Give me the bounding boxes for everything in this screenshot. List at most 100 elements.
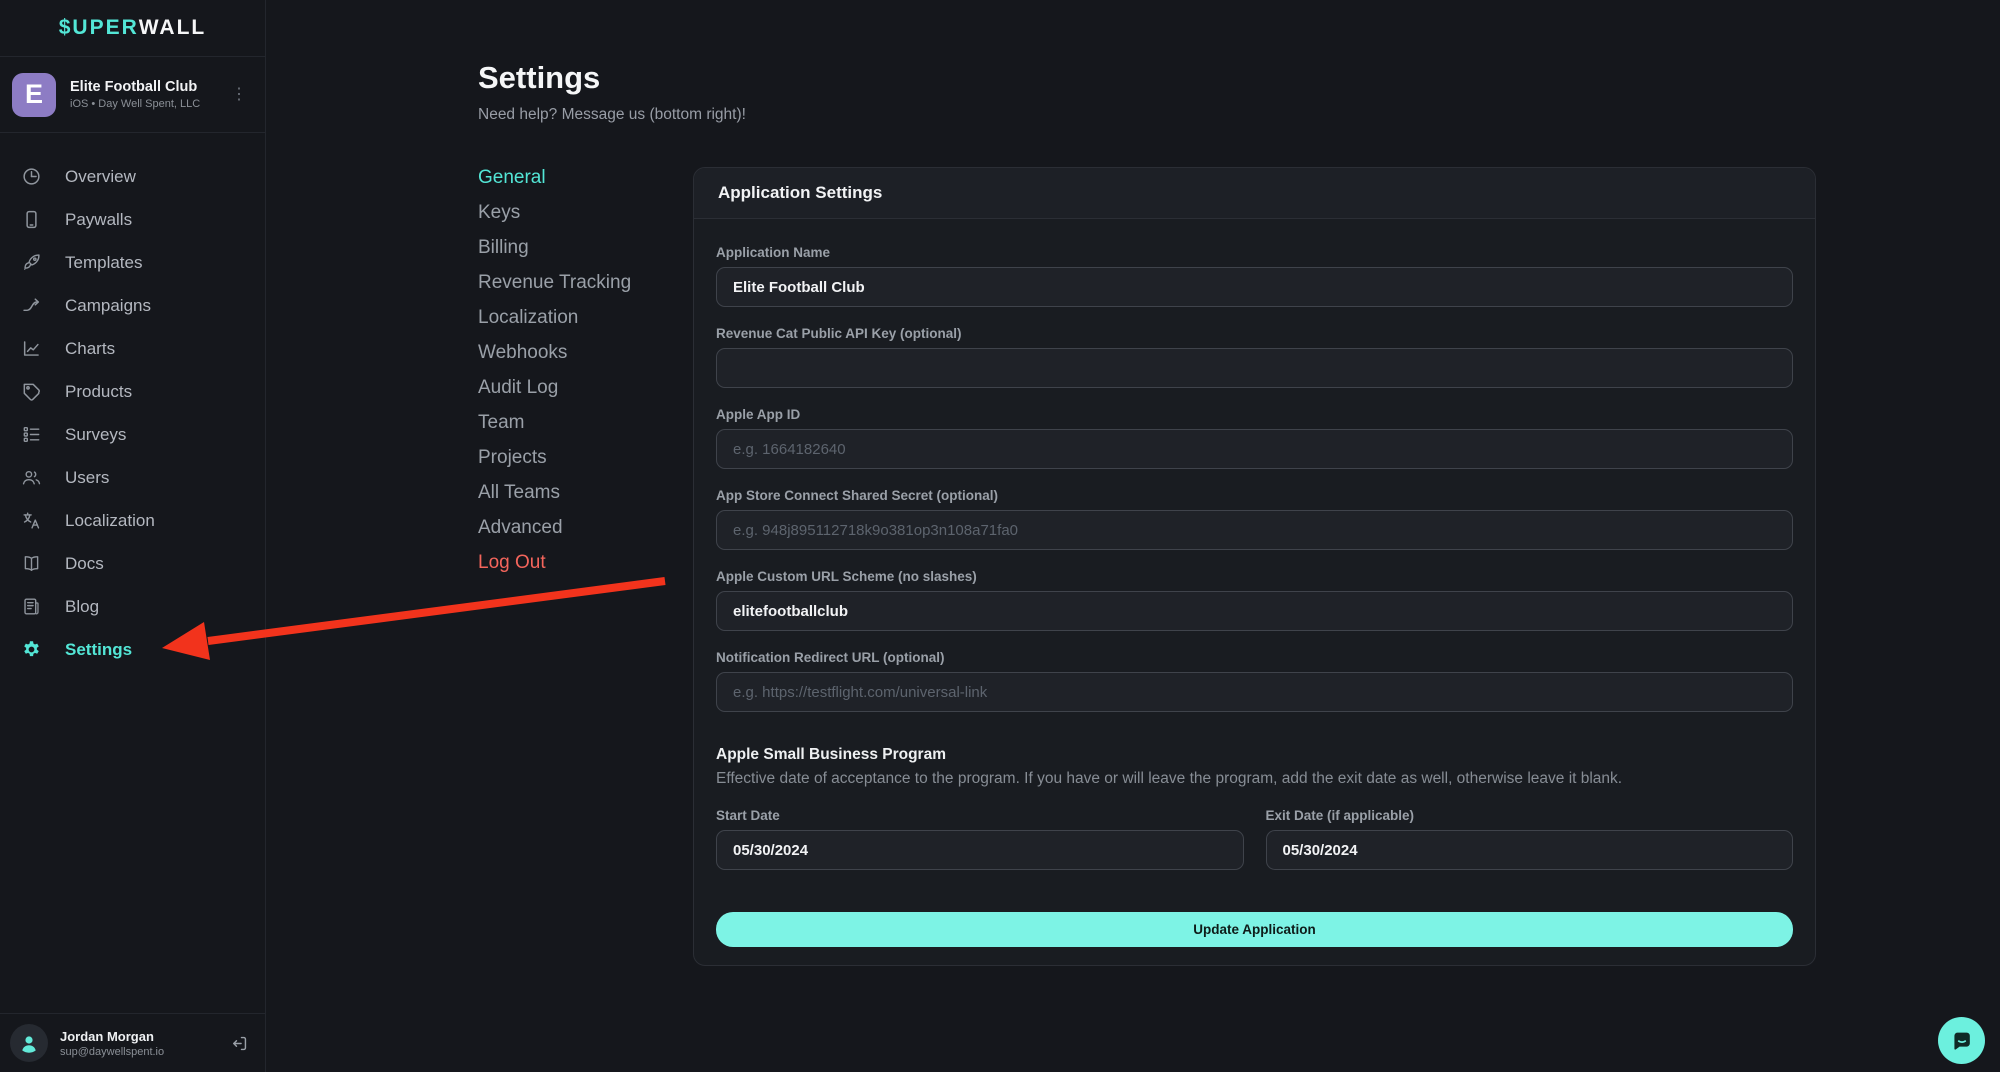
start-date-label: Start Date	[716, 808, 1244, 823]
superwall-settings-page: $UPERWALL E Elite Football Club iOS • Da…	[0, 0, 2000, 1072]
panel-body: Application Name Elite Football Club Reven…	[694, 219, 1815, 947]
sidebar-item-label: Templates	[65, 253, 142, 273]
sidebar-item-docs[interactable]: Docs	[0, 542, 265, 585]
input-placeholder: e.g. 948j895112718k9o381op3n108a71fa0	[733, 522, 1018, 539]
app-store-connect-shared-secret-optional-label: App Store Connect Shared Secret (optiona…	[716, 488, 1793, 503]
input-value: elitefootballclub	[733, 603, 848, 620]
sidebar: $UPERWALL E Elite Football Club iOS • Da…	[0, 0, 266, 1072]
overview-icon	[21, 166, 42, 187]
sidebar-item-products[interactable]: Products	[0, 370, 265, 413]
sidebar-item-label: Overview	[65, 167, 136, 187]
settings-menu-item-projects[interactable]: Projects	[478, 440, 631, 475]
small-business-section-description: Effective date of acceptance to the prog…	[716, 770, 1793, 788]
application-name-input[interactable]: Elite Football Club	[716, 267, 1793, 307]
superwall-logo: $UPERWALL	[0, 0, 265, 57]
sidebar-item-users[interactable]: Users	[0, 456, 265, 499]
sidebar-item-label: Products	[65, 382, 132, 402]
sidebar-item-paywalls[interactable]: Paywalls	[0, 198, 265, 241]
sidebar-item-campaigns[interactable]: Campaigns	[0, 284, 265, 327]
sidebar-item-label: Settings	[65, 640, 132, 660]
settings-menu-item-webhooks[interactable]: Webhooks	[478, 335, 631, 370]
app-platform-subtitle: iOS • Day Well Spent, LLC	[70, 98, 200, 110]
date-row: Start Date05/30/2024Exit Date (if applic…	[716, 808, 1793, 870]
input-placeholder: e.g. 1664182640	[733, 441, 846, 458]
settings-menu-item-all-teams[interactable]: All Teams	[478, 475, 631, 510]
exit-date-if-applicable-group: Exit Date (if applicable) 05/30/2024	[1266, 808, 1794, 870]
sidebar-item-label: Campaigns	[65, 296, 151, 316]
logout-icon[interactable]	[230, 1034, 249, 1053]
settings-menu-item-localization[interactable]: Localization	[478, 300, 631, 335]
application-settings-panel: Application Settings Application Name Eli…	[693, 167, 1816, 966]
exit-date-if-applicable-input[interactable]: 05/30/2024	[1266, 830, 1794, 870]
sidebar-item-label: Paywalls	[65, 210, 132, 230]
settings-menu-item-revenue-tracking[interactable]: Revenue Tracking	[478, 265, 631, 300]
exit-date-if-applicable-label: Exit Date (if applicable)	[1266, 808, 1794, 823]
blog-icon	[21, 596, 42, 617]
products-icon	[21, 381, 42, 402]
settings-menu-item-keys[interactable]: Keys	[478, 195, 631, 230]
page-subtitle: Need help? Message us (bottom right)!	[478, 106, 746, 124]
revenue-cat-public-api-key-optional-label: Revenue Cat Public API Key (optional)	[716, 326, 1793, 341]
paywalls-icon	[21, 209, 42, 230]
apple-app-id-input[interactable]: e.g. 1664182640	[716, 429, 1793, 469]
vertical-ellipsis-icon[interactable]: ⋮	[231, 87, 253, 103]
settings-icon	[21, 639, 42, 660]
revenue-cat-public-api-key-optional-input[interactable]	[716, 348, 1793, 388]
templates-icon	[21, 252, 42, 273]
apple-custom-url-scheme-no-slashes-input[interactable]: elitefootballclub	[716, 591, 1793, 631]
settings-menu-item-billing[interactable]: Billing	[478, 230, 631, 265]
notification-redirect-url-optional-input[interactable]: e.g. https://testflight.com/universal-li…	[716, 672, 1793, 712]
chat-launcher-button[interactable]	[1938, 1017, 1985, 1064]
sidebar-item-blog[interactable]: Blog	[0, 585, 265, 628]
sidebar-item-overview[interactable]: Overview	[0, 155, 265, 198]
sidebar-item-label: Localization	[65, 511, 155, 531]
app-selector[interactable]: E Elite Football Club iOS • Day Well Spe…	[0, 57, 265, 133]
apple-custom-url-scheme-no-slashes-label: Apple Custom URL Scheme (no slashes)	[716, 569, 1793, 584]
start-date-group: Start Date 05/30/2024	[716, 808, 1244, 870]
sidebar-item-charts[interactable]: Charts	[0, 327, 265, 370]
docs-icon	[21, 553, 42, 574]
logo-white-part: WALL	[139, 16, 206, 40]
logo-teal-part: $UPER	[59, 16, 139, 40]
sidebar-nav: Overview Paywalls Templates Campaigns Charts…	[0, 133, 265, 671]
input-value: 05/30/2024	[1283, 842, 1358, 859]
panel-title: Application Settings	[694, 168, 1815, 219]
settings-menu-item-log-out[interactable]: Log Out	[478, 545, 631, 580]
user-name: Jordan Morgan	[60, 1029, 164, 1044]
sidebar-item-settings[interactable]: Settings	[0, 628, 265, 671]
sidebar-item-label: Blog	[65, 597, 99, 617]
settings-menu-item-general[interactable]: General	[478, 160, 631, 195]
sidebar-item-templates[interactable]: Templates	[0, 241, 265, 284]
settings-menu: GeneralKeysBillingRevenue TrackingLocali…	[478, 160, 631, 580]
surveys-icon	[21, 424, 42, 445]
app-store-connect-shared-secret-optional-input[interactable]: e.g. 948j895112718k9o381op3n108a71fa0	[716, 510, 1793, 550]
charts-icon	[21, 338, 42, 359]
input-value: 05/30/2024	[733, 842, 808, 859]
app-avatar: E	[12, 73, 56, 117]
localization-icon	[21, 510, 42, 531]
sidebar-item-label: Charts	[65, 339, 115, 359]
sidebar-item-surveys[interactable]: Surveys	[0, 413, 265, 456]
page-title: Settings	[478, 60, 600, 96]
notification-redirect-url-optional-label: Notification Redirect URL (optional)	[716, 650, 1793, 665]
update-application-button[interactable]: Update Application	[716, 912, 1793, 947]
start-date-input[interactable]: 05/30/2024	[716, 830, 1244, 870]
apple-app-id-label: Apple App ID	[716, 407, 1793, 422]
sidebar-item-label: Docs	[65, 554, 104, 574]
user-avatar-icon	[10, 1024, 48, 1062]
sidebar-item-localization[interactable]: Localization	[0, 499, 265, 542]
campaigns-icon	[21, 295, 42, 316]
users-icon	[21, 467, 42, 488]
sidebar-item-label: Users	[65, 468, 109, 488]
settings-menu-item-audit-log[interactable]: Audit Log	[478, 370, 631, 405]
settings-menu-item-team[interactable]: Team	[478, 405, 631, 440]
sidebar-item-label: Surveys	[65, 425, 126, 445]
application-name-label: Application Name	[716, 245, 1793, 260]
fields-container: Application Name Elite Football Club Reven…	[716, 245, 1793, 712]
small-business-section-title: Apple Small Business Program	[716, 746, 1793, 764]
user-row: Jordan Morgan sup@daywellspent.io	[0, 1013, 265, 1072]
input-placeholder: e.g. https://testflight.com/universal-li…	[733, 684, 987, 701]
user-email: sup@daywellspent.io	[60, 1046, 164, 1058]
input-value: Elite Football Club	[733, 279, 865, 296]
settings-menu-item-advanced[interactable]: Advanced	[478, 510, 631, 545]
